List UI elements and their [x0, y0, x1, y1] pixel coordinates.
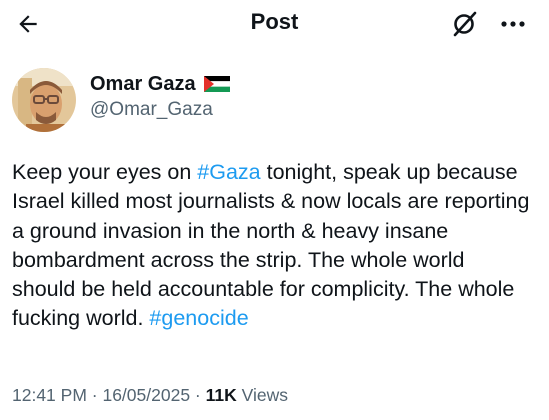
palestine-flag-icon [203, 76, 230, 92]
views-count[interactable]: 11K [206, 385, 237, 405]
tweet-text: Keep your eyes on #Gaza tonight, speak u… [12, 158, 532, 334]
tweet-text-part: tonight, speak up because Israel killed … [12, 160, 530, 331]
views-label: Views [236, 385, 288, 405]
avatar-image [12, 68, 76, 132]
author-display-name[interactable]: Omar Gaza [90, 72, 196, 96]
more-options-icon [501, 21, 525, 27]
tweet-metadata: 12:41 PM · 16/05/2025 · 11K Views [12, 384, 288, 406]
tweet-text-part: Keep your eyes on [12, 160, 198, 184]
meta-separator: · [86, 385, 103, 405]
hashtag-link[interactable]: #Gaza [197, 160, 260, 184]
author-handle[interactable]: @Omar_Gaza [90, 98, 213, 122]
top-bar: Post [0, 0, 549, 48]
author-avatar[interactable] [12, 68, 76, 132]
post-date[interactable]: 16/05/2025 [102, 385, 190, 405]
post-time[interactable]: 12:41 PM [12, 385, 87, 405]
post-page: Post Omar Gaza @Omar_Gaza Keep your eyes… [0, 0, 549, 420]
meta-separator: · [190, 385, 206, 405]
grok-icon [453, 11, 477, 37]
hashtag-link[interactable]: #genocide [149, 306, 248, 330]
author-name-row: Omar Gaza [90, 72, 230, 96]
grok-button[interactable] [447, 6, 483, 42]
more-options-button[interactable] [493, 6, 533, 42]
